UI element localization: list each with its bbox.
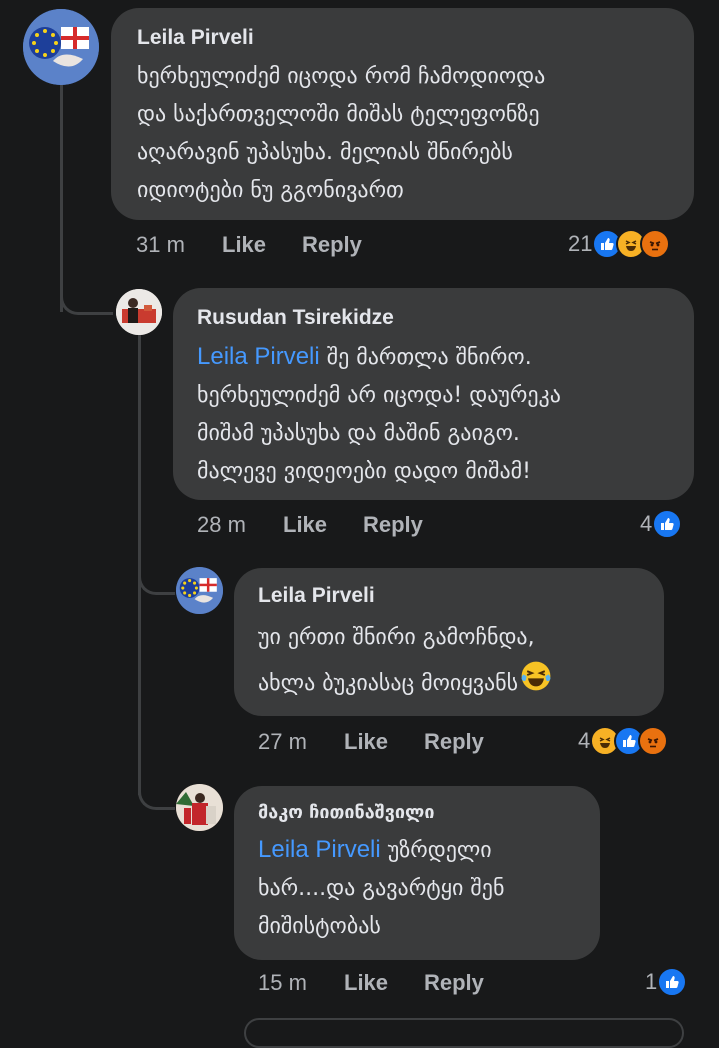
comment-text-line: ხერხეულიძემ იცოდა რომ ჩამოდიოდა [137, 64, 546, 89]
comment-author[interactable]: Leila Pirveli [258, 584, 640, 608]
comment-actions: 15 m Like Reply [258, 970, 484, 996]
like-button[interactable]: Like [283, 512, 363, 538]
like-button[interactable]: Like [344, 970, 424, 996]
reply-input-box[interactable] [244, 1018, 684, 1048]
reaction-summary[interactable]: 4 [578, 726, 669, 756]
reply-button[interactable]: Reply [302, 232, 362, 258]
comment-author[interactable]: Rusudan Tsirekidze [197, 306, 670, 330]
comment-text-fragment: უზრდელი [380, 838, 492, 863]
comment-text: უი ერთი შნირი გამოჩნდა, ახლა ბუკიასაც მო… [258, 616, 640, 708]
avatar[interactable] [23, 9, 99, 85]
comment-author[interactable]: Leila Pirveli [137, 26, 668, 50]
comment-timestamp[interactable]: 28 m [197, 512, 283, 538]
reaction-count: 21 [568, 231, 593, 256]
comment-timestamp[interactable]: 27 m [258, 729, 344, 755]
comment-bubble[interactable]: Rusudan Tsirekidze Leila Pirveli შე მართ… [173, 288, 694, 500]
comment-text: Leila Pirveli უზრდელი ხარ....და გავარტყი… [258, 831, 576, 946]
thread-line-sub [138, 335, 141, 795]
comment-bubble[interactable]: Leila Pirveli ხერხეულიძემ იცოდა რომ ჩამო… [111, 8, 694, 220]
comment-bubble[interactable]: მაკო ჩითინაშვილი Leila Pirveli უზრდელი ხ… [234, 786, 600, 960]
comment-text-line: Leila Pirveli უზრდელი [258, 831, 576, 870]
reaction-count: 4 [640, 511, 653, 536]
like-icon [652, 509, 683, 539]
comment-text-line: ხერხეულიძემ არ იცოდა! დაურეკა [197, 383, 561, 408]
comment-actions: 28 m Like Reply [197, 512, 423, 538]
avatar-photo-image [176, 784, 223, 831]
comment-text-line: იდიოტები ნუ გგონივართ [137, 178, 404, 203]
angry-icon [640, 229, 671, 259]
reply-button[interactable]: Reply [424, 970, 484, 996]
reaction-count: 1 [645, 969, 658, 994]
mention-link[interactable]: Leila Pirveli [258, 836, 381, 863]
thread-line-main-curve [60, 290, 113, 315]
comment-text-line: Leila Pirveli შე მართლა შნირო. [197, 338, 670, 377]
comment-text-fragment: შე მართლა შნირო. [319, 345, 532, 370]
like-button[interactable]: Like [222, 232, 302, 258]
comment-actions: 31 m Like Reply [136, 232, 362, 258]
thread-line-sub-curve-1 [138, 570, 175, 595]
avatar[interactable] [176, 567, 223, 614]
tears-of-joy-emoji [520, 660, 552, 708]
avatar[interactable] [176, 784, 223, 831]
comment-text-line: მიშისტობას [258, 914, 381, 939]
reply-button[interactable]: Reply [424, 729, 484, 755]
comment-text-line: ახლა ბუკიასაც მოიყვანს [258, 660, 640, 708]
comment-timestamp[interactable]: 31 m [136, 232, 222, 258]
avatar-eu-flag-image [176, 567, 223, 614]
reaction-summary[interactable]: 4 [640, 509, 683, 539]
reply-button[interactable]: Reply [363, 512, 423, 538]
comment-text-line: აღარავინ უპასუხა. მელიას შნირებს [137, 140, 513, 165]
like-button[interactable]: Like [344, 729, 424, 755]
like-icon [657, 967, 688, 997]
comment-text-line: უი ერთი შნირი გამოჩნდა, [258, 625, 535, 650]
comment-timestamp[interactable]: 15 m [258, 970, 344, 996]
avatar-photo-image [116, 289, 162, 335]
comment-text-line: მიშამ უპასუხა და მაშინ გაიგო. [197, 421, 520, 446]
comment-text: Leila Pirveli შე მართლა შნირო. ხერხეულიძ… [197, 338, 670, 491]
comment-text-line: მალევე ვიდეოები დადო მიშამ! [197, 459, 531, 484]
comment-bubble[interactable]: Leila Pirveli უი ერთი შნირი გამოჩნდა, ახ… [234, 568, 664, 716]
comment-text-fragment: ახლა ბუკიასაც მოიყვანს [258, 671, 519, 696]
comment-actions: 27 m Like Reply [258, 729, 484, 755]
comment-text-line: და საქართველოში მიშას ტელეფონზე [137, 102, 540, 127]
mention-link[interactable]: Leila Pirveli [197, 343, 320, 370]
avatar[interactable] [116, 289, 162, 335]
reaction-summary[interactable]: 21 [568, 229, 671, 259]
comment-text-line: ხარ....და გავარტყი შენ [258, 876, 505, 901]
avatar-eu-flag-image [23, 9, 99, 85]
comment-text: ხერხეულიძემ იცოდა რომ ჩამოდიოდა და საქარ… [137, 58, 668, 210]
thread-line-main [60, 82, 63, 312]
comment-author[interactable]: მაკო ჩითინაშვილი [258, 802, 576, 823]
angry-icon [638, 726, 669, 756]
thread-line-sub-curve-2 [138, 785, 175, 810]
reaction-count: 4 [578, 728, 591, 753]
reaction-summary[interactable]: 1 [645, 967, 688, 997]
